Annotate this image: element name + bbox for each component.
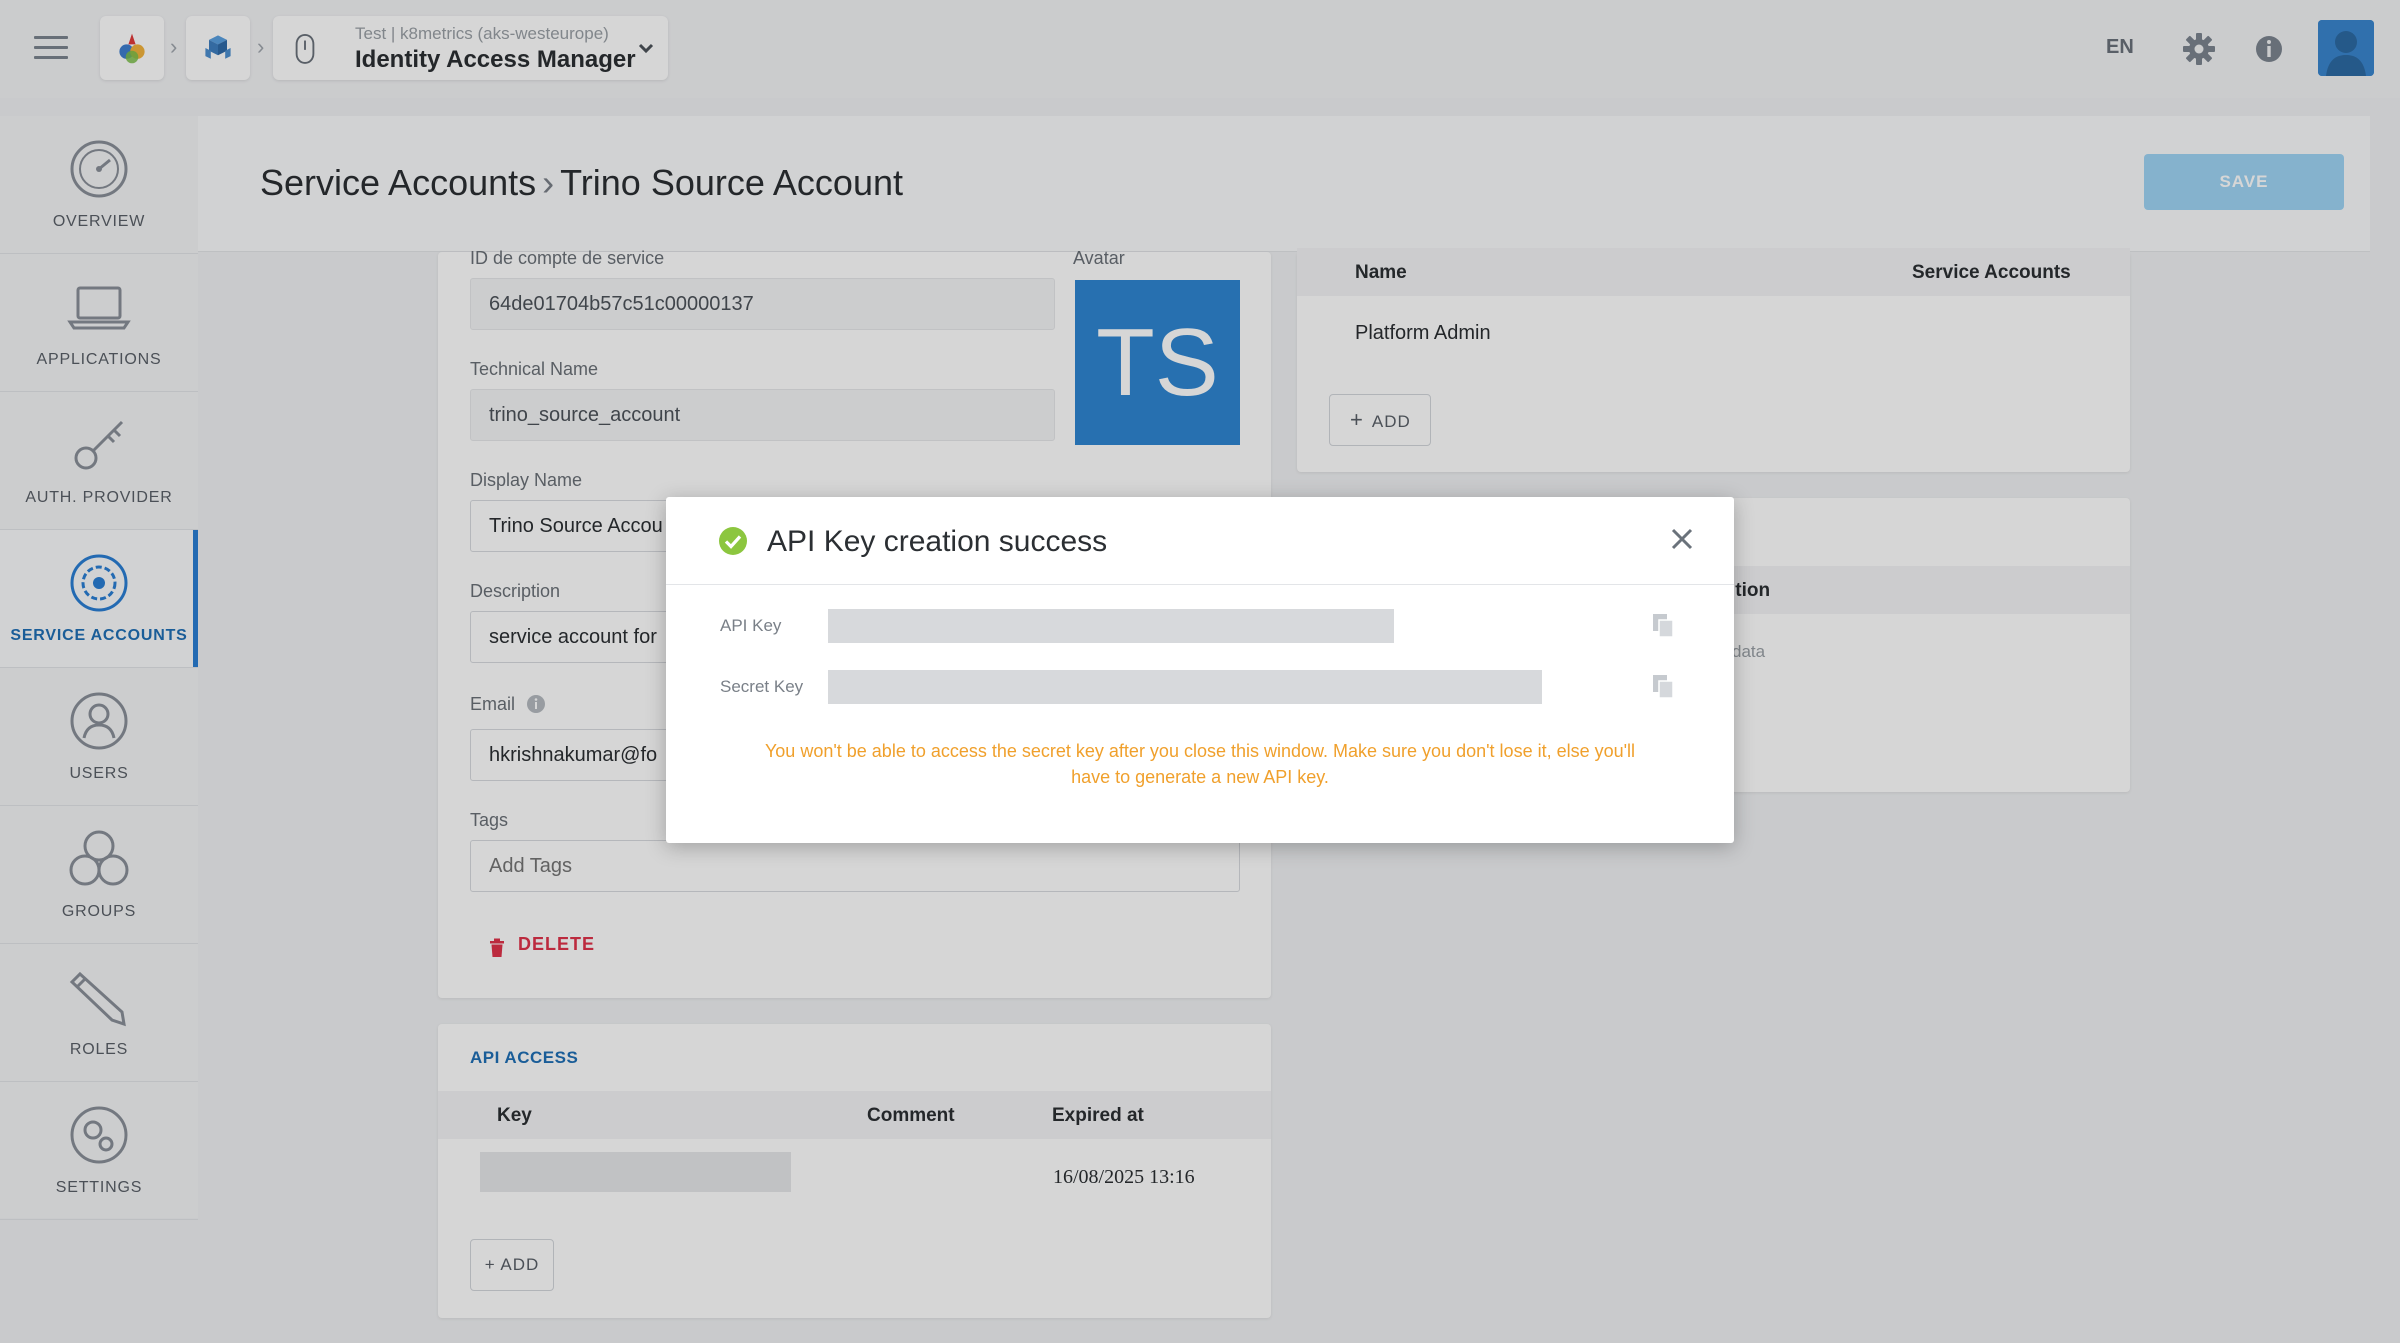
check-circle-icon: [719, 527, 747, 555]
modal-title: API Key creation success: [767, 525, 1108, 558]
secret-key-value[interactable]: [828, 670, 1542, 704]
warning-line-2: have to generate a new API key.: [1071, 767, 1329, 787]
modal-header: API Key creation success: [666, 497, 1734, 585]
secret-key-label: Secret Key: [720, 677, 804, 696]
copy-icon[interactable]: [1652, 674, 1676, 700]
api-key-success-modal: API Key creation success API Key Secret …: [666, 497, 1734, 843]
api-key-label: API Key: [720, 616, 782, 635]
copy-icon[interactable]: [1652, 613, 1676, 639]
api-key-value[interactable]: [828, 609, 1394, 643]
secret-key-warning: You won't be able to access the secret k…: [726, 738, 1674, 790]
warning-line-1: You won't be able to access the secret k…: [764, 741, 1636, 761]
close-icon[interactable]: [1670, 527, 1694, 551]
